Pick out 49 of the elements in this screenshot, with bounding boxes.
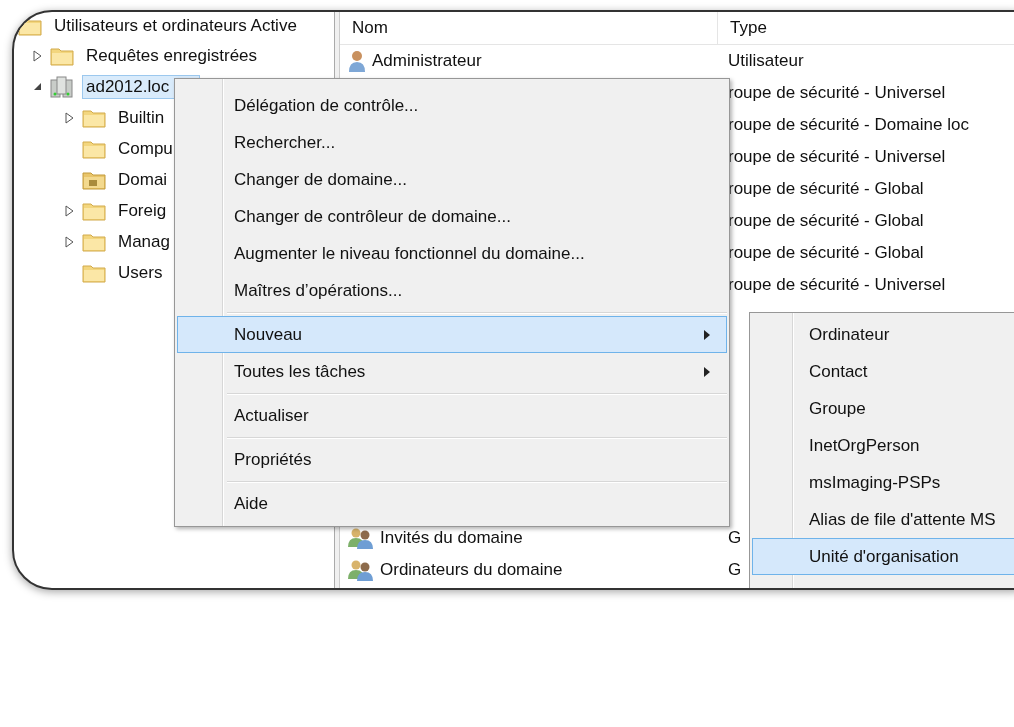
tree-item[interactable]: Foreig (114, 198, 171, 223)
menu-item[interactable]: Groupe (752, 390, 1014, 427)
table-cell-text: G (727, 560, 743, 580)
object-name[interactable]: Administrateur (372, 51, 482, 71)
menu-item[interactable]: Alias de file d'attente MS (752, 501, 1014, 538)
expand-arrow-icon[interactable] (64, 235, 74, 248)
menu-item[interactable]: InetOrgPerson (752, 427, 1014, 464)
expand-arrow-icon[interactable] (64, 204, 74, 217)
folder-icon (82, 138, 106, 159)
tree-item[interactable]: Requêtes enregistrées (82, 43, 262, 68)
menu-item[interactable]: msImaging-PSPs (752, 464, 1014, 501)
tree-item[interactable]: Users (114, 260, 167, 285)
expand-arrow-icon[interactable] (32, 49, 42, 62)
table-cell-text: Utilisateur (727, 51, 805, 71)
collapse-arrow-icon[interactable] (32, 82, 42, 91)
menu-item[interactable]: Toutes les tâches (177, 353, 727, 390)
server-icon (50, 75, 74, 98)
menu-item[interactable]: Nouveau (177, 316, 727, 353)
folder-icon (82, 107, 106, 128)
folder-icon (82, 262, 106, 283)
tree-item[interactable]: Domai (114, 167, 172, 192)
menu-item[interactable]: Contact (752, 353, 1014, 390)
object-name[interactable]: Ordinateurs du domaine (380, 560, 563, 580)
menu-item[interactable]: Ordinateur (752, 316, 1014, 353)
folder-icon (50, 45, 74, 66)
folder-icon (82, 169, 106, 190)
folder-icon (82, 200, 106, 221)
tree-item[interactable]: Manag (114, 229, 174, 254)
menu-item[interactable]: Augmenter le niveau fonctionnel du domaine... (177, 235, 727, 272)
menu-item[interactable]: Aide (177, 485, 727, 522)
group-icon (348, 559, 374, 581)
tree-item[interactable]: Builtin (114, 105, 169, 130)
column-header[interactable]: Type (718, 12, 1014, 44)
tree-item[interactable]: Utilisateurs et ordinateurs Active (50, 14, 301, 38)
user-icon (348, 50, 366, 72)
menu-item[interactable]: Changer de domaine... (177, 161, 727, 198)
object-name[interactable]: Invités du domaine (380, 528, 523, 548)
menu-item[interactable]: Unité d'organisation (752, 538, 1014, 575)
menu-item[interactable]: Maîtres d’opérations... (177, 272, 727, 309)
expand-arrow-icon[interactable] (64, 111, 74, 124)
table-cell-text: G (727, 528, 743, 548)
tree-item[interactable]: Compu (114, 136, 177, 161)
menu-item[interactable]: Actualiser (177, 397, 727, 434)
menu-item[interactable]: Changer de contrôleur de domaine... (177, 198, 727, 235)
menu-item[interactable]: Rechercher... (177, 124, 727, 161)
folder-icon (82, 231, 106, 252)
column-header[interactable]: Nom (340, 12, 718, 44)
menu-item[interactable]: Propriétés (177, 441, 727, 478)
group-icon (348, 527, 374, 549)
